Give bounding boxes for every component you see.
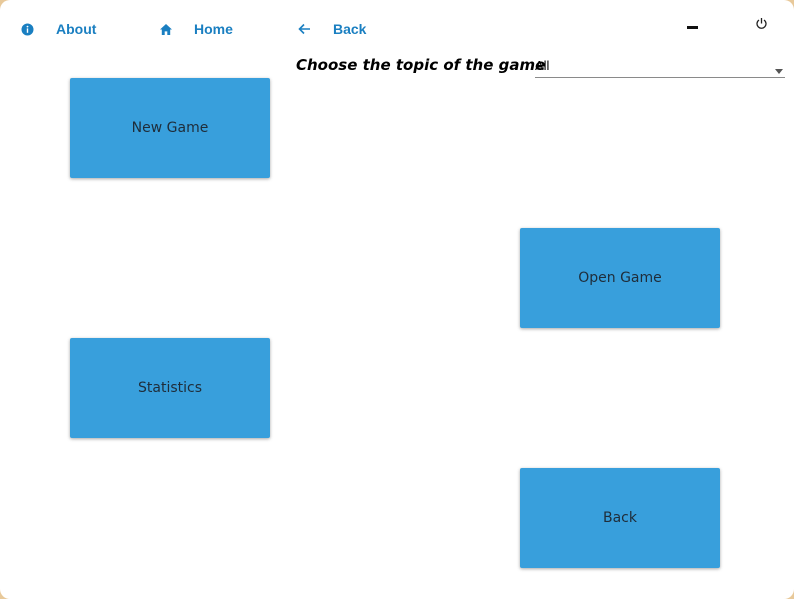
open-game-button[interactable]: Open Game <box>520 228 720 328</box>
minimize-icon <box>687 17 699 35</box>
topic-select-value: All <box>535 58 550 73</box>
home-icon <box>159 22 173 36</box>
app-window: About Home Back Choose the topic of the … <box>0 0 794 599</box>
minimize-button[interactable] <box>681 15 705 37</box>
open-game-label: Open Game <box>578 270 662 286</box>
nav-back-label: Back <box>333 21 367 37</box>
nav-about-label: About <box>56 21 97 37</box>
nav-home-link[interactable]: Home <box>159 18 233 40</box>
caret-down-icon <box>775 61 783 79</box>
statistics-label: Statistics <box>138 380 202 396</box>
power-button[interactable] <box>749 15 773 37</box>
back-button[interactable]: Back <box>520 468 720 568</box>
back-button-label: Back <box>603 510 637 526</box>
statistics-button[interactable]: Statistics <box>70 338 270 438</box>
arrow-left-icon <box>297 22 311 36</box>
nav-about-link[interactable]: About <box>20 18 96 40</box>
topic-select[interactable]: All <box>535 55 785 78</box>
info-icon <box>20 22 34 36</box>
new-game-button[interactable]: New Game <box>70 78 270 178</box>
power-icon <box>755 17 768 35</box>
new-game-label: New Game <box>131 120 209 136</box>
nav-back-link[interactable]: Back <box>297 18 366 40</box>
nav-home-label: Home <box>194 21 233 37</box>
topic-label: Choose the topic of the game <box>296 56 546 74</box>
